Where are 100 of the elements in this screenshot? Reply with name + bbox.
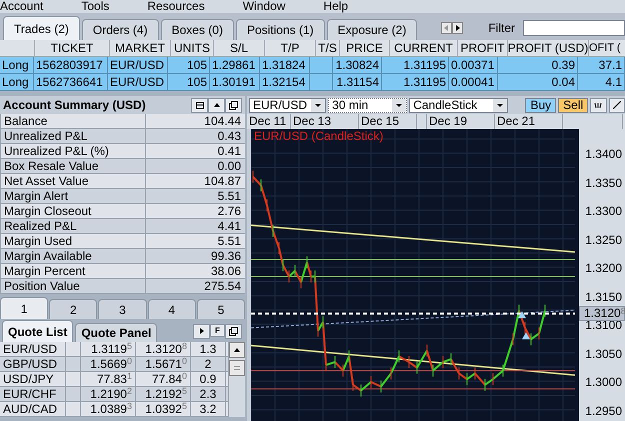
- column-header[interactable]: PRICE: [340, 40, 390, 57]
- currency-pair: USD/JPY: [0, 372, 66, 386]
- column-header[interactable]: CURRENT: [390, 40, 458, 57]
- ask-price: 77.84$^{0}$: [136, 372, 191, 386]
- currency-pair: EUR/CHF: [0, 387, 66, 401]
- menu-item[interactable]: Window: [242, 0, 286, 13]
- drawing-tool-icon[interactable]: [590, 98, 607, 112]
- arrow-icon: [234, 348, 240, 352]
- tab[interactable]: 5: [196, 299, 246, 319]
- summary-value: 0.41: [216, 144, 242, 158]
- currency-pair: EUR/USD: [0, 342, 66, 356]
- collapse-icon[interactable]: [208, 98, 225, 112]
- table-cell: 1.32154: [260, 74, 310, 91]
- tab[interactable]: Positions (1): [236, 19, 325, 40]
- summary-value: 38.06: [210, 264, 242, 278]
- scroll-thumb[interactable]: [229, 360, 245, 376]
- current-price-tag: 1.3120$^{8}$: [579, 306, 625, 321]
- column-header[interactable]: MARKET: [110, 40, 171, 57]
- tab[interactable]: Orders (4): [82, 19, 159, 40]
- filter-field[interactable]: [523, 20, 625, 36]
- table-cell: 0.39: [498, 57, 578, 74]
- currency-pair: GBP/USD: [0, 357, 66, 371]
- tab[interactable]: 1: [0, 297, 48, 319]
- tab[interactable]: Exposure (2): [326, 19, 418, 40]
- column-header[interactable]: PROFIT (USD): [508, 40, 589, 57]
- summary-label: Unrealized P&L (%): [1, 144, 146, 158]
- menu-item[interactable]: Resources: [147, 0, 205, 13]
- restore-icon[interactable]: [225, 98, 242, 112]
- column-header[interactable]: S/L: [214, 40, 265, 57]
- column-header[interactable]: UNITS: [171, 40, 214, 57]
- play-icon[interactable]: [193, 324, 210, 338]
- summary-label: Realized P&L: [1, 219, 146, 233]
- caret-icon[interactable]: [392, 98, 406, 112]
- column-header[interactable]: T/S: [316, 40, 340, 57]
- spread: 2.3: [191, 387, 226, 401]
- summary-label: Net Asset Value: [1, 174, 146, 188]
- grid-icon[interactable]: [191, 98, 208, 112]
- table-cell: [310, 74, 333, 91]
- column-header[interactable]: T/P: [265, 40, 316, 57]
- price-label: 1.3200: [585, 262, 622, 274]
- table-cell: 0.00041: [449, 74, 498, 91]
- table-cell: 1.29861: [210, 57, 260, 74]
- table-cell: Long: [0, 74, 34, 91]
- summary-label: Balance: [1, 114, 146, 128]
- buy-button[interactable]: Buy: [525, 98, 556, 112]
- table-cell: 1.30824: [333, 57, 382, 74]
- summary-value: 275.54: [203, 279, 242, 293]
- price-label: 1.3100: [585, 319, 622, 331]
- table-cell: Long: [0, 57, 34, 74]
- chart-title: EUR/USD (CandleStick): [254, 129, 384, 143]
- chart-type-dropdown[interactable]: CandleStick: [409, 98, 508, 112]
- timeframe-dropdown[interactable]: 30 min: [328, 98, 408, 112]
- bid-price: 77.83$^{1}$: [81, 372, 136, 386]
- spread: 0.9: [191, 372, 226, 386]
- menu-item[interactable]: Tools: [81, 0, 110, 13]
- scroll-right-button[interactable]: [452, 22, 464, 34]
- menu-item[interactable]: Account: [0, 0, 44, 13]
- ask-price: 1.2192$^{5}$: [136, 387, 191, 401]
- bid-price: 1.0389$^{3}$: [81, 402, 136, 416]
- caret-icon[interactable]: [493, 98, 508, 112]
- column-header[interactable]: PROFIT: [458, 40, 508, 57]
- tab[interactable]: Quote List: [2, 320, 74, 342]
- currency-pair: AUD/CAD: [0, 402, 66, 416]
- tab[interactable]: 2: [49, 299, 98, 319]
- summary-value: 5.51: [216, 189, 242, 203]
- table-cell: 1562736641: [34, 74, 108, 91]
- tab[interactable]: Boxes (0): [160, 19, 234, 40]
- table-cell: 1.31154: [333, 74, 382, 91]
- price-label: 1.2950: [585, 404, 622, 416]
- restore-icon[interactable]: [225, 324, 242, 338]
- table-cell: 1.31824: [260, 57, 310, 74]
- spread: 3.2: [191, 402, 226, 416]
- tab[interactable]: 3: [98, 299, 147, 319]
- scroll-up-button[interactable]: [229, 342, 245, 358]
- table-cell: 1.31195: [382, 57, 449, 74]
- column-header[interactable]: OFIT (: [589, 40, 625, 57]
- triangle-marker-icon: [518, 311, 526, 318]
- panel-title: Account Summary (USD): [3, 98, 146, 112]
- sell-button[interactable]: Sell: [558, 98, 588, 112]
- triangle-marker-icon: [522, 332, 530, 340]
- instrument-dropdown[interactable]: EUR/USD: [249, 98, 326, 112]
- line-tool-icon[interactable]: [608, 98, 625, 112]
- tab[interactable]: Trades (2): [3, 16, 80, 40]
- tab[interactable]: Quote Panel: [75, 323, 158, 342]
- summary-label: Box Resale Value: [1, 159, 146, 173]
- tab[interactable]: 4: [148, 299, 196, 319]
- summary-value: 0.43: [216, 129, 242, 143]
- spread: 1.3: [191, 342, 226, 356]
- column-header[interactable]: TICKET: [35, 40, 110, 57]
- f-button[interactable]: F: [210, 324, 225, 336]
- summary-value: 104.87: [203, 174, 242, 188]
- price-label: 1.3150: [585, 290, 622, 302]
- ask-price: 1.5671$^{0}$: [136, 357, 191, 371]
- price-label: 1.3250: [585, 234, 622, 246]
- menu-item[interactable]: Help: [323, 0, 348, 13]
- caret-icon[interactable]: [311, 98, 326, 112]
- summary-value: 0.00: [216, 159, 242, 173]
- price-label: 1.3400: [585, 148, 622, 160]
- summary-label: Unrealized P&L: [1, 129, 146, 143]
- spread: 2: [191, 357, 226, 371]
